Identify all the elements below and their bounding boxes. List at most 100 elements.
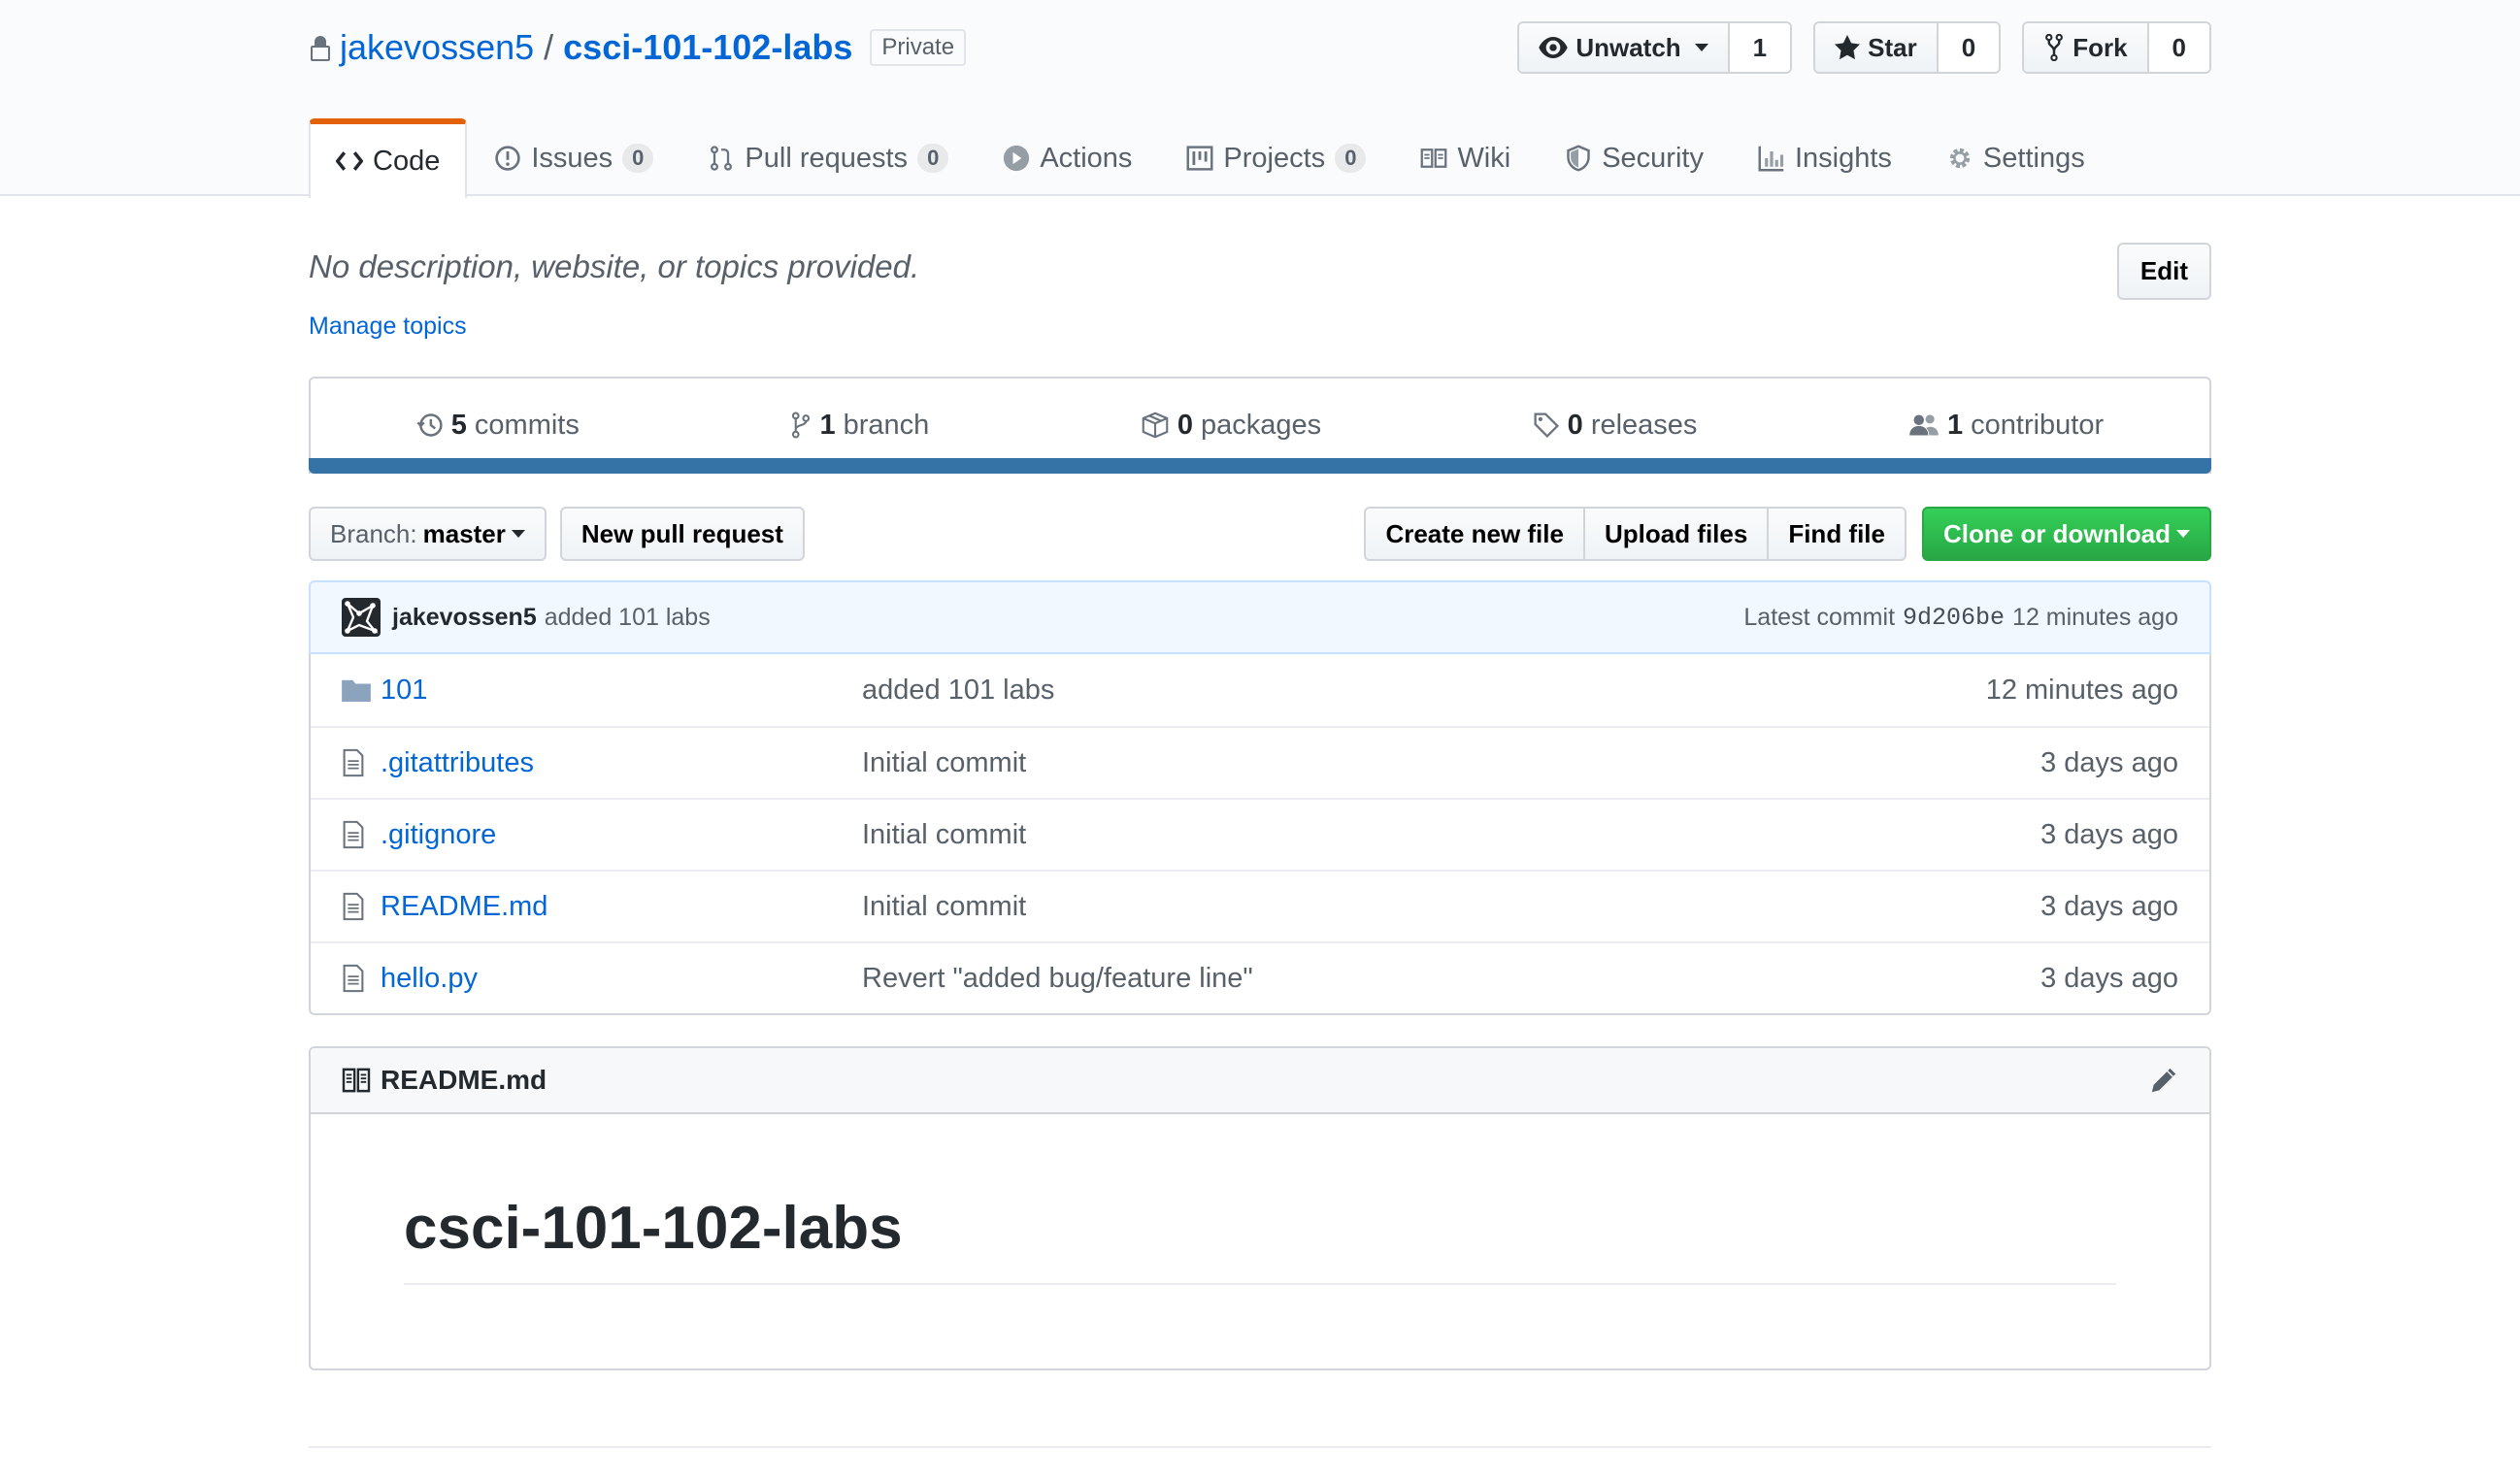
clone-or-download-button[interactable]: Clone or download	[1922, 507, 2211, 561]
manage-topics-link[interactable]: Manage topics	[309, 313, 467, 341]
latest-commit-bar: jakevossen5 added 101 labs Latest commit…	[309, 580, 2211, 654]
branch-select-button[interactable]: Branch: master	[309, 507, 547, 561]
upload-files-button[interactable]: Upload files	[1584, 507, 1770, 561]
caret-down-icon	[1694, 44, 1708, 51]
file-commit-message[interactable]: added 101 labs	[862, 675, 1986, 707]
tab-projects[interactable]: Projects 0	[1159, 118, 1393, 196]
fork-group: Fork 0	[2022, 21, 2211, 74]
tab-pull-requests-label: Pull requests	[745, 142, 909, 174]
file-name-link[interactable]: hello.py	[381, 963, 862, 995]
commit-meta: Latest commit 9d206be 12 minutes ago	[1743, 604, 2178, 632]
tab-issues[interactable]: Issues 0	[467, 118, 680, 196]
graph-icon	[1758, 146, 1784, 172]
repo-description-row: No description, website, or topics provi…	[309, 243, 2211, 301]
folder-icon	[342, 679, 371, 702]
branch-label: branch	[843, 409, 930, 441]
table-row: README.md Initial commit 3 days ago	[311, 870, 2209, 941]
file-name-link[interactable]: 101	[381, 675, 862, 707]
people-icon	[1909, 414, 1939, 436]
tab-actions-label: Actions	[1040, 142, 1133, 174]
readme-box: README.md csci-101-102-labs	[309, 1046, 2211, 1370]
language-bar[interactable]	[309, 458, 2211, 474]
file-age: 12 minutes ago	[1985, 674, 2178, 706]
packages-link[interactable]: 0 packages	[1141, 410, 1321, 442]
star-button[interactable]: Star	[1815, 23, 1939, 72]
eye-icon	[1539, 37, 1568, 58]
commit-author-link[interactable]: jakevossen5	[392, 604, 537, 632]
table-row: 101 added 101 labs 12 minutes ago	[311, 654, 2209, 726]
edit-description-button[interactable]: Edit	[2116, 243, 2211, 300]
readme-content: csci-101-102-labs	[311, 1114, 2209, 1285]
projects-counter: 0	[1335, 144, 1367, 173]
footer-divider	[309, 1446, 2211, 1448]
stargazers-count[interactable]: 0	[1938, 23, 2000, 72]
tab-code-label: Code	[373, 145, 441, 177]
fork-button[interactable]: Fork	[2024, 23, 2149, 72]
create-new-file-button[interactable]: Create new file	[1364, 507, 1585, 561]
file-icon	[343, 892, 364, 921]
watch-group: Unwatch 1	[1517, 21, 1793, 74]
contributors-link[interactable]: 1 contributor	[1908, 410, 2104, 442]
releases-count: 0	[1567, 409, 1583, 441]
readme-heading: csci-101-102-labs	[404, 1192, 2116, 1285]
history-icon	[416, 413, 443, 437]
file-commit-message[interactable]: Revert "added bug/feature line"	[862, 963, 2040, 995]
avatar[interactable]	[342, 598, 381, 637]
pull-requests-counter: 0	[917, 144, 949, 173]
tab-insights[interactable]: Insights	[1731, 118, 1919, 196]
latest-commit-prefix: Latest commit	[1743, 603, 1896, 631]
issues-counter: 0	[622, 144, 654, 173]
commits-label: commits	[474, 409, 580, 441]
commits-count: 5	[450, 409, 467, 441]
file-list: 101 added 101 labs 12 minutes ago .gitat…	[309, 654, 2211, 1015]
tab-code[interactable]: Code	[309, 118, 468, 198]
fork-label: Fork	[2072, 32, 2128, 62]
file-name-link[interactable]: .gitignore	[381, 819, 862, 851]
tab-wiki[interactable]: Wiki	[1393, 118, 1538, 196]
unwatch-button[interactable]: Unwatch	[1519, 23, 1730, 72]
play-icon	[1004, 145, 1030, 172]
packages-label: packages	[1200, 409, 1322, 441]
branch-count: 1	[819, 409, 836, 441]
tag-icon	[1534, 412, 1559, 438]
watchers-count[interactable]: 1	[1729, 23, 1791, 72]
contributor-label: contributor	[1971, 409, 2105, 441]
branches-link[interactable]: 1 branch	[790, 410, 929, 442]
forks-count[interactable]: 0	[2148, 23, 2209, 72]
pencil-icon[interactable]	[2149, 1066, 2178, 1095]
repo-owner-link[interactable]: jakevossen5	[340, 26, 534, 69]
new-pull-request-button[interactable]: New pull request	[559, 507, 805, 561]
repo-name-link[interactable]: csci-101-102-labs	[563, 26, 852, 69]
packages-count: 0	[1177, 409, 1193, 441]
package-icon	[1142, 412, 1169, 439]
file-name-link[interactable]: README.md	[381, 891, 862, 923]
file-commit-message[interactable]: Initial commit	[862, 891, 2040, 923]
readme-filename: README.md	[381, 1065, 547, 1095]
file-age: 3 days ago	[2040, 962, 2178, 994]
table-row: .gitignore Initial commit 3 days ago	[311, 798, 2209, 870]
tab-insights-label: Insights	[1794, 142, 1892, 174]
table-row: .gitattributes Initial commit 3 days ago	[311, 726, 2209, 798]
file-icon	[343, 820, 364, 849]
file-name-link[interactable]: .gitattributes	[381, 747, 862, 779]
pull-request-icon	[711, 146, 733, 171]
repo-title-row: jakevossen5 / csci-101-102-labs Private …	[309, 21, 2211, 74]
repo-actions: Unwatch 1 Star 0 Fork 0	[1517, 21, 2211, 74]
star-icon	[1835, 35, 1861, 60]
file-commit-message[interactable]: Initial commit	[862, 747, 2040, 779]
file-commit-message[interactable]: Initial commit	[862, 819, 2040, 851]
tab-security[interactable]: Security	[1538, 118, 1731, 196]
branch-icon	[792, 412, 811, 439]
commit-sha-link[interactable]: 9d206be	[1903, 604, 2005, 632]
caret-down-icon	[2176, 530, 2190, 538]
tab-actions[interactable]: Actions	[976, 118, 1159, 196]
releases-link[interactable]: 0 releases	[1533, 409, 1697, 442]
commit-message-link[interactable]: added 101 labs	[545, 604, 711, 632]
commits-link[interactable]: 5 commits	[416, 410, 580, 442]
find-file-button[interactable]: Find file	[1769, 507, 1907, 561]
shield-icon	[1567, 145, 1590, 172]
tab-settings[interactable]: Settings	[1919, 118, 2112, 196]
tab-pull-requests[interactable]: Pull requests 0	[680, 118, 976, 196]
star-label: Star	[1868, 32, 1917, 62]
tab-issues-label: Issues	[531, 142, 613, 174]
